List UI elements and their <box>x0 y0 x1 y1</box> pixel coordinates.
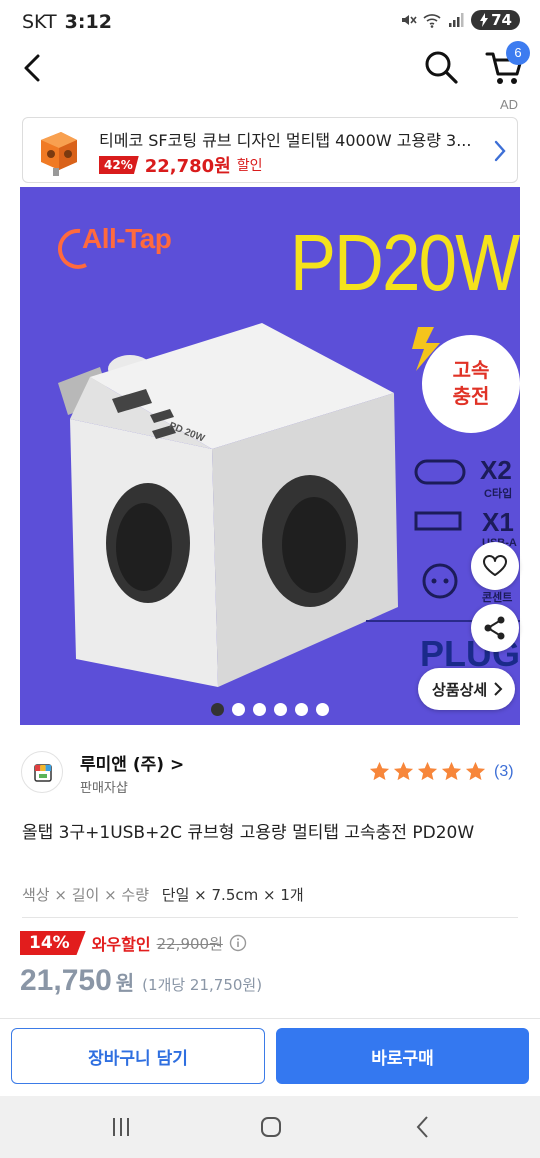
feature-label-1: C타입 <box>484 488 513 500</box>
info-icon[interactable] <box>229 934 247 952</box>
product-title: 올탭 3구+1USB+2C 큐브형 고용량 멀티탭 고속충전 PD20W <box>22 823 475 843</box>
cart-count-badge: 6 <box>506 41 530 65</box>
badge-line-2: 충전 <box>452 384 490 408</box>
carousel-dot[interactable] <box>295 703 308 716</box>
seller-avatar[interactable] <box>21 751 63 793</box>
search-icon[interactable] <box>422 48 460 86</box>
home-icon[interactable] <box>256 1112 286 1142</box>
review-count[interactable]: (3) <box>494 763 514 781</box>
share-icon <box>484 616 505 640</box>
option-label: 색상 × 길이 × 수량 <box>22 886 150 904</box>
battery-level: 74 <box>491 11 512 29</box>
chevron-right-icon: > <box>164 755 185 775</box>
ad-price: 22,780원 <box>144 156 231 177</box>
ad-product-thumbnail <box>41 132 77 176</box>
final-price: 21,750 원 (1개당 21,750원) <box>20 964 262 998</box>
system-nav-bar <box>0 1096 540 1158</box>
add-to-cart-button[interactable]: 장바구니 담기 <box>11 1028 265 1084</box>
discount-row: 14% 와우할인 22,900원 <box>20 931 247 955</box>
fast-charge-badge: 고속 충전 <box>422 335 520 433</box>
top-header: 6 <box>0 41 540 94</box>
star-icon <box>417 761 438 781</box>
heart-icon <box>483 555 507 576</box>
product-detail-button[interactable]: 상품상세 <box>418 668 516 710</box>
feature-count-2: X1 <box>482 507 514 537</box>
product-image-carousel[interactable]: All-Tap PD20W 고속 충전 X2 C타입 X1 USB-A 콘센트 … <box>20 187 520 725</box>
ad-banner[interactable]: 티메코 SF코팅 큐브 디자인 멀티탭 4000W 고용량 3... 42% 2… <box>22 117 518 183</box>
battery-indicator: 74 <box>471 10 520 30</box>
option-row[interactable]: 색상 × 길이 × 수량 단일 × 7.5cm × 1개 <box>22 884 304 905</box>
ad-sale-label: 할인 <box>236 158 263 174</box>
divider <box>0 1018 540 1019</box>
detail-button-label: 상품상세 <box>432 680 488 699</box>
original-price: 22,900원 <box>156 934 223 953</box>
wifi-icon <box>423 14 441 28</box>
mute-icon <box>402 15 417 25</box>
carousel-dot[interactable] <box>316 703 329 716</box>
clock: 3:12 <box>64 11 112 33</box>
carousel-dot[interactable] <box>253 703 266 716</box>
back-nav-icon[interactable] <box>408 1112 438 1142</box>
chevron-right-icon <box>494 140 506 162</box>
signal-icon <box>449 13 464 27</box>
ad-title: 티메코 SF코팅 큐브 디자인 멀티탭 4000W 고용량 3... <box>99 131 472 150</box>
carrier-label: SKT <box>22 11 57 33</box>
seller-name-link[interactable]: 루미앤 (주) > <box>80 750 184 775</box>
option-value: 단일 × 7.5cm × 1개 <box>161 886 304 904</box>
feature-label-3: 콘센트 <box>482 592 513 604</box>
brand-logo: All-Tap <box>82 223 172 254</box>
carousel-indicator <box>211 703 329 716</box>
headline-text: PD20W <box>290 218 520 307</box>
chevron-right-icon <box>494 682 503 696</box>
recent-apps-icon[interactable] <box>106 1112 136 1142</box>
discount-badge: 14% <box>20 931 86 955</box>
status-bar: SKT 3:12 74 <box>0 0 540 44</box>
divider <box>22 917 518 918</box>
wow-discount-label: 와우할인 <box>91 935 151 954</box>
feature-count-1: X2 <box>480 455 512 485</box>
carousel-dot[interactable] <box>232 703 245 716</box>
currency-label: 원 <box>115 971 135 995</box>
seller-name: 루미앤 (주) <box>80 755 165 775</box>
carousel-dot[interactable] <box>211 703 224 716</box>
back-icon[interactable] <box>18 50 50 86</box>
ad-price-row: 42% 22,780원 할인 <box>99 152 263 178</box>
star-icon <box>369 761 390 781</box>
store-logo-icon <box>34 764 52 782</box>
seller-type: 판매자샵 <box>80 781 128 796</box>
buy-now-button[interactable]: 바로구매 <box>276 1028 529 1084</box>
ad-label: AD <box>499 97 518 112</box>
rating-stars[interactable]: (3) <box>368 760 514 783</box>
share-button[interactable] <box>471 604 519 652</box>
badge-line-1: 고속 <box>452 358 490 382</box>
ad-discount-badge: 42% <box>99 156 139 174</box>
star-icon <box>465 761 486 781</box>
status-icons: 74 <box>399 10 520 30</box>
final-price-value: 21,750 <box>20 964 112 997</box>
star-icon <box>393 761 414 781</box>
carousel-dot[interactable] <box>274 703 287 716</box>
charging-icon <box>480 13 489 27</box>
wishlist-button[interactable] <box>471 542 519 590</box>
unit-price: (1개당 21,750원) <box>142 976 263 994</box>
star-icon <box>441 761 462 781</box>
